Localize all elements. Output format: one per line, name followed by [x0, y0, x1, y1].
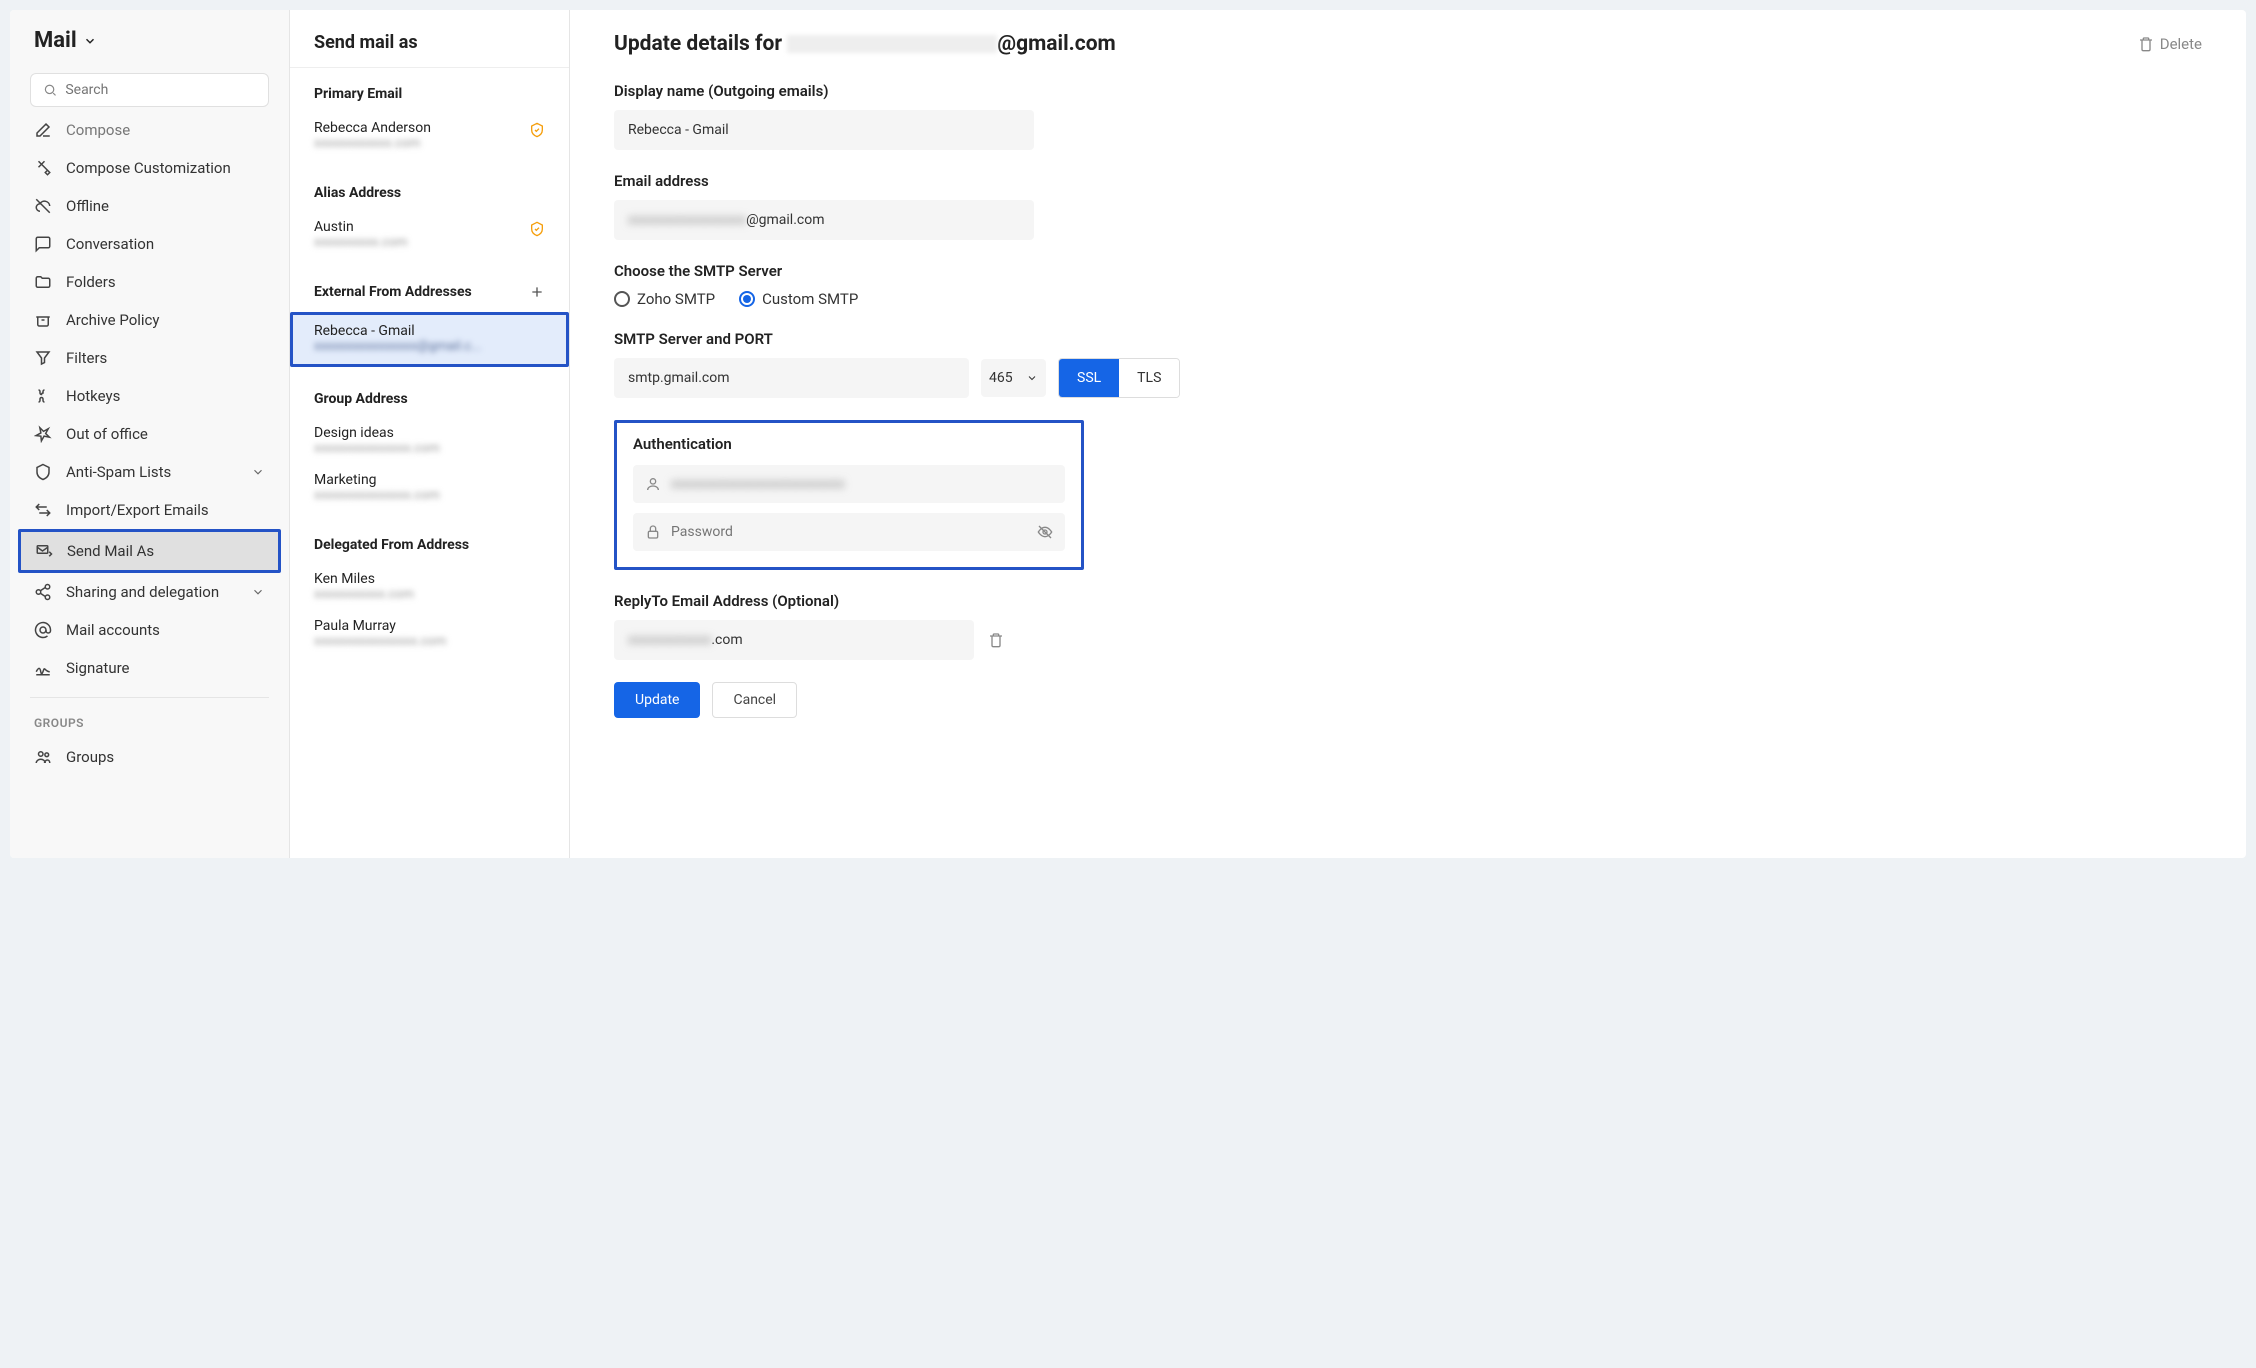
- plane-icon: [34, 425, 52, 443]
- section-alias: Alias Address: [314, 185, 545, 201]
- display-name-input[interactable]: [614, 110, 1034, 150]
- address-list-column: Send mail as Primary Email Rebecca Ander…: [290, 10, 570, 858]
- verified-badge-icon: [529, 221, 545, 241]
- nav-signature[interactable]: Signature: [10, 649, 289, 687]
- shield-icon: [34, 463, 52, 481]
- authentication-section: Authentication xxxxxxxxxxxxxxxxxxxxxxxxx: [614, 420, 1084, 570]
- cloud-off-icon: [34, 197, 52, 215]
- addr-alias-austin[interactable]: Austin xxxxxxxxxx.com: [314, 213, 545, 260]
- chevron-down-icon: [1026, 372, 1038, 384]
- search-input[interactable]: [65, 82, 256, 98]
- nav-send-mail-as[interactable]: Send Mail As: [18, 529, 281, 573]
- nav-hotkeys[interactable]: Hotkeys: [10, 377, 289, 415]
- addr-delegated-paula[interactable]: Paula Murray xxxxxxxxxxxxxxxx.com: [314, 612, 545, 659]
- at-icon: [34, 621, 52, 639]
- compose-icon: [34, 121, 52, 139]
- addr-external-rebecca-gmail[interactable]: Rebecca - Gmail xxxxxxxxxxxxxxxx@gmail.c…: [290, 312, 569, 367]
- customize-icon: [34, 159, 52, 177]
- smtp-server-label: SMTP Server and PORT: [614, 330, 2202, 348]
- eye-off-icon[interactable]: [1037, 524, 1053, 540]
- auth-label: Authentication: [633, 435, 1065, 453]
- lock-icon: [645, 524, 661, 540]
- nav-folders[interactable]: Folders: [10, 263, 289, 301]
- verified-badge-icon: [529, 122, 545, 142]
- user-icon: [645, 476, 661, 492]
- nav-anti-spam[interactable]: Anti-Spam Lists: [10, 453, 289, 491]
- display-name-label: Display name (Outgoing emails): [614, 82, 2202, 100]
- nav-list: Compose Compose Customization Offline Co…: [10, 115, 289, 858]
- update-button[interactable]: Update: [614, 682, 700, 718]
- ssl-button[interactable]: SSL: [1059, 359, 1119, 397]
- chevron-down-icon: [251, 465, 265, 479]
- replyto-delete-icon[interactable]: [988, 632, 1004, 648]
- auth-password-input[interactable]: [633, 513, 1065, 551]
- nav-out-of-office[interactable]: Out of office: [10, 415, 289, 453]
- detail-title: Update details for @gmail.com: [614, 32, 1116, 56]
- nav-mail-accounts[interactable]: Mail accounts: [10, 611, 289, 649]
- chat-icon: [34, 235, 52, 253]
- app-title-dropdown[interactable]: Mail: [34, 28, 265, 53]
- replyto-input[interactable]: xxxxxxxxxxxx.com: [614, 620, 974, 660]
- auth-username-input[interactable]: xxxxxxxxxxxxxxxxxxxxxxxxx: [633, 465, 1065, 503]
- addr-group-design[interactable]: Design ideas xxxxxxxxxxxxxxx.com: [314, 419, 545, 466]
- addr-delegated-ken[interactable]: Ken Miles xxxxxxxxxxx.com: [314, 565, 545, 612]
- nav-compose[interactable]: Compose: [10, 119, 289, 149]
- nav-compose-customization[interactable]: Compose Customization: [10, 149, 289, 187]
- filter-icon: [34, 349, 52, 367]
- radio-custom-smtp[interactable]: Custom SMTP: [739, 290, 858, 308]
- email-label: Email address: [614, 172, 2202, 190]
- nav-archive-policy[interactable]: Archive Policy: [10, 301, 289, 339]
- port-select[interactable]: 465: [981, 359, 1046, 397]
- nav-import-export[interactable]: Import/Export Emails: [10, 491, 289, 529]
- share-icon: [34, 583, 52, 601]
- groups-icon: [34, 748, 52, 766]
- section-primary-email: Primary Email: [314, 86, 545, 102]
- send-as-icon: [35, 542, 53, 560]
- add-external-icon[interactable]: [529, 284, 545, 300]
- nav-offline[interactable]: Offline: [10, 187, 289, 225]
- nav-groups[interactable]: Groups: [10, 738, 289, 776]
- section-external: External From Addresses: [314, 284, 545, 300]
- addr-group-marketing[interactable]: Marketing xxxxxxxxxxxxxxx.com: [314, 466, 545, 513]
- cancel-button[interactable]: Cancel: [712, 682, 797, 718]
- trash-icon: [2138, 36, 2154, 52]
- divider: [30, 697, 269, 698]
- addr-primary-rebecca[interactable]: Rebecca Anderson xxxxxxxxxxxx.com: [314, 114, 545, 161]
- search-box[interactable]: [30, 73, 269, 107]
- keyboard-icon: [34, 387, 52, 405]
- mid-title: Send mail as: [290, 32, 569, 68]
- signature-icon: [34, 659, 52, 677]
- smtp-choice-label: Choose the SMTP Server: [614, 262, 2202, 280]
- radio-zoho-smtp[interactable]: Zoho SMTP: [614, 290, 715, 308]
- folder-icon: [34, 273, 52, 291]
- nav-sharing-delegation[interactable]: Sharing and delegation: [10, 573, 289, 611]
- search-icon: [43, 82, 57, 98]
- tls-button[interactable]: TLS: [1119, 359, 1179, 397]
- nav-filters[interactable]: Filters: [10, 339, 289, 377]
- transfer-icon: [34, 501, 52, 519]
- nav-conversation[interactable]: Conversation: [10, 225, 289, 263]
- smtp-server-input[interactable]: [614, 358, 969, 398]
- sidebar-left: Mail Compose Compose Customization Offli…: [10, 10, 290, 858]
- email-input[interactable]: xxxxxxxxxxxxxxxxx@gmail.com: [614, 200, 1034, 240]
- app-title: Mail: [34, 28, 77, 53]
- delete-button[interactable]: Delete: [2138, 35, 2202, 53]
- section-group: Group Address: [314, 391, 545, 407]
- encryption-toggle: SSL TLS: [1058, 358, 1180, 398]
- replyto-label: ReplyTo Email Address (Optional): [614, 592, 2202, 610]
- chevron-down-icon: [251, 585, 265, 599]
- groups-section-label: GROUPS: [10, 708, 289, 738]
- detail-pane: Update details for @gmail.com Delete Dis…: [570, 10, 2246, 858]
- section-delegated: Delegated From Address: [314, 537, 545, 553]
- archive-icon: [34, 311, 52, 329]
- chevron-down-icon: [83, 34, 97, 48]
